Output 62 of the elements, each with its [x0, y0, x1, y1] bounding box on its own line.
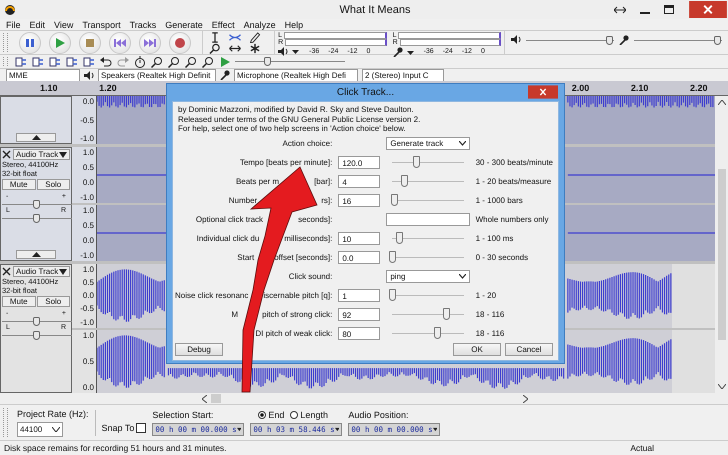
field-label: DI pitch of weak click:: [255, 328, 332, 338]
field-label: offset [seconds]:: [274, 252, 332, 262]
amplitude-label: 0.5: [82, 356, 94, 366]
ruler-label: 2.20: [690, 83, 708, 93]
field-label: Start: [237, 252, 254, 262]
range-hint: 30 - 300 beats/minute: [476, 158, 553, 166]
range-hint: 18 - 116: [476, 310, 506, 318]
range-hint: 1 - 20 beats/measure: [476, 176, 552, 186]
amplitude-label: 0.5: [82, 278, 94, 288]
field-label: Beats per m: [236, 176, 280, 186]
amplitude-label: 0.0: [82, 236, 94, 245]
ruler-label: 2.00: [572, 83, 590, 93]
field-label: Tempo [beats per minute]:: [240, 158, 332, 166]
range-hint: 18 - 116: [476, 328, 506, 338]
amplitude-label: 1.0: [82, 148, 94, 157]
ruler-label: 2.10: [630, 83, 648, 93]
field-label: Noise click resonanc: [175, 290, 248, 300]
snap-to-label: Snap To: [102, 422, 134, 432]
amplitude-label: 1.0: [82, 330, 94, 340]
field-label: Optional click track: [196, 214, 264, 224]
intro-text: by Dominic Mazzoni, modified by David R. Sky and Steve Daulton.: [178, 105, 415, 114]
field-label: Action choice:: [282, 138, 332, 148]
field-label: Click sound:: [288, 272, 332, 280]
amplitude-label: -0.5: [80, 116, 94, 124]
amplitude-label: 0.0: [82, 97, 94, 106]
field-label: iscernable pitch [q]:: [263, 290, 332, 300]
amplitude-label: 0.0: [82, 291, 94, 300]
status-message: Disk space remains for recording 51 hours and 31 minutes.: [4, 443, 227, 453]
range-hint: 1 - 20: [476, 290, 498, 300]
field-label: Number: [228, 196, 258, 204]
field-label: [bar]:: [314, 176, 332, 186]
project-rate-label: Project Rate (Hz):: [17, 408, 89, 418]
field-label: pitch of strong click:: [262, 310, 332, 318]
range-hint: 1 - 1000 bars: [476, 196, 524, 204]
amplitude-label: 0.0: [82, 383, 94, 392]
intro-text: For help, select one of two help screens in 'Action choice' below.: [178, 124, 407, 134]
field-label: rs]:: [321, 196, 332, 204]
field-label: Individual click du: [196, 234, 260, 242]
field-label: seconds]:: [298, 214, 332, 224]
ruler-label: 1.20: [99, 83, 117, 93]
range-hint: 1 - 100 ms: [476, 234, 514, 242]
audio-position-label: Audio Position:: [348, 410, 410, 420]
amplitude-label: 0.5: [82, 221, 94, 230]
range-hint: 0 - 30 seconds: [476, 252, 530, 262]
amplitude-label: -1.0: [80, 318, 94, 326]
ruler-label: 1.10: [40, 83, 58, 93]
amplitude-label: 1.0: [82, 206, 94, 215]
window-title: What It Means: [338, 4, 412, 16]
amplitude-label: -0.5: [80, 304, 94, 314]
amplitude-label: -1.0: [80, 134, 94, 143]
amplitude-label: 0.5: [82, 163, 94, 172]
selection-start-label: Selection Start:: [152, 410, 214, 420]
intro-text: Released under terms of the GNU General Public License version 2.: [178, 114, 422, 124]
amplitude-label: 1.0: [82, 265, 94, 274]
amplitude-label: -1.0: [80, 251, 94, 260]
actual-rate-label: Actual: [630, 443, 654, 453]
field-label: M: [231, 310, 238, 318]
amplitude-label: -1.0: [80, 193, 94, 202]
amplitude-label: 0.0: [82, 178, 94, 187]
field-label: milliseconds]:: [284, 234, 332, 242]
input-hint: Whole numbers only: [476, 214, 550, 224]
dialog-title: Click Track...: [336, 87, 394, 98]
